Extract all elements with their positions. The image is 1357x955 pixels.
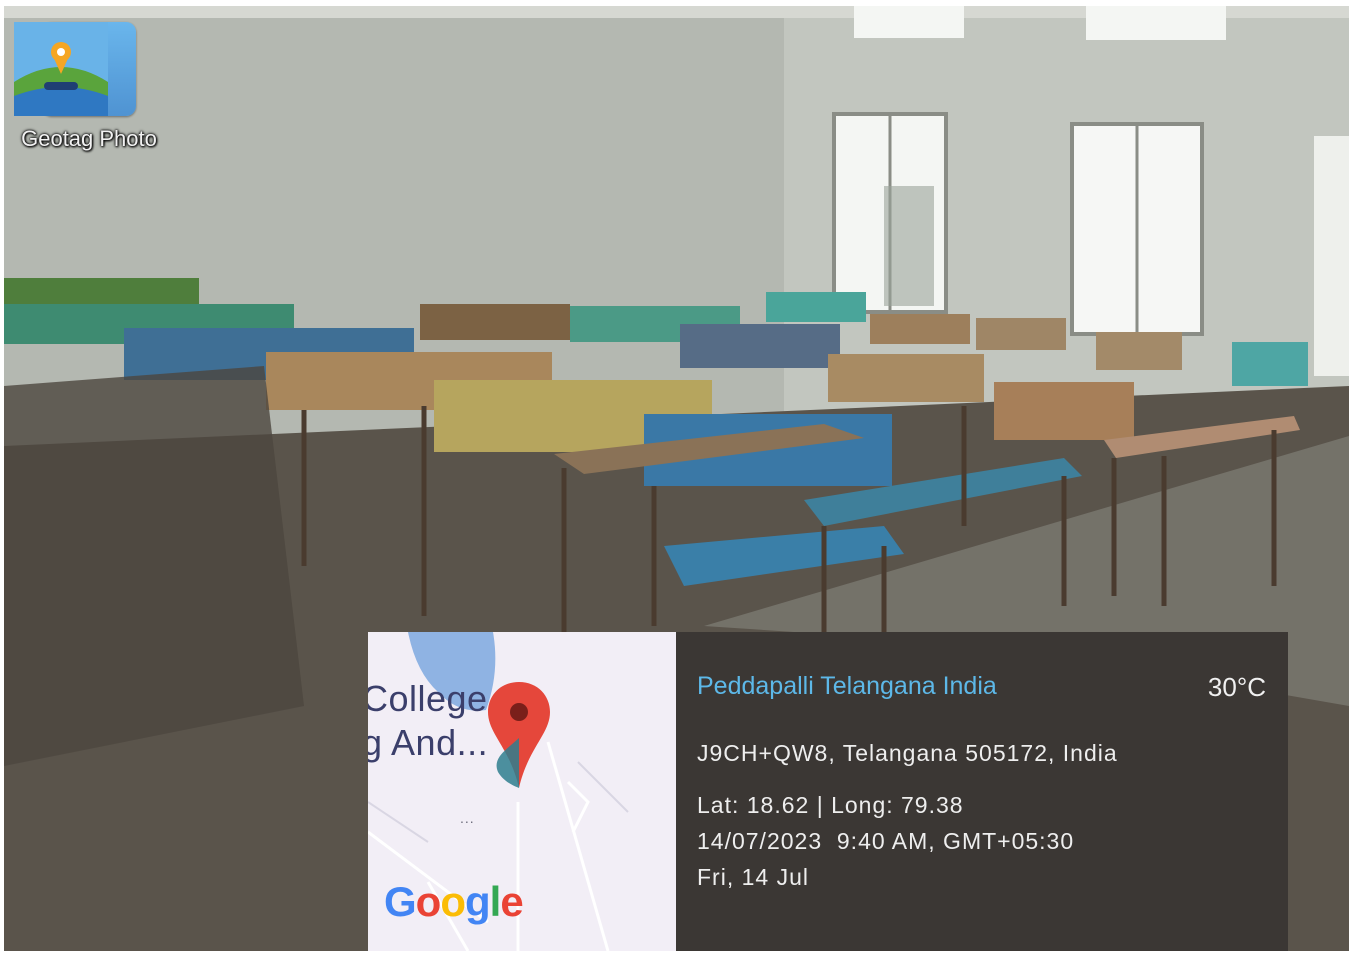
map-label-line1: College	[368, 678, 488, 719]
day-line: Fri, 14 Jul	[697, 864, 809, 890]
window-right	[1070, 122, 1204, 336]
coordinates-line: Lat: 18.62 | Long: 79.38	[697, 792, 964, 818]
address-line: J9CH+QW8, Telangana 505172, India	[697, 740, 1118, 766]
map-label-line2: g And...	[368, 722, 489, 763]
place-name: Peddapalli Telangana India	[697, 672, 997, 700]
google-logo: Google	[384, 878, 524, 925]
window-left	[832, 112, 948, 314]
datetime-line: 14/07/2023 9:40 AM, GMT+05:30	[697, 828, 1075, 854]
location-info-panel: Peddapalli Telangana India 30°C J9CH+QW8…	[676, 632, 1288, 951]
map-thumbnail: College g And... ... Google	[368, 632, 676, 951]
map-pin-icon	[488, 682, 550, 788]
geotag-app-badge: Geotag Photo	[14, 22, 164, 172]
map-dots: ...	[460, 810, 475, 826]
geotag-map-pin-icon	[14, 22, 136, 116]
temperature: 30°C	[1207, 672, 1266, 702]
app-name-label: Geotag Photo	[21, 126, 157, 151]
